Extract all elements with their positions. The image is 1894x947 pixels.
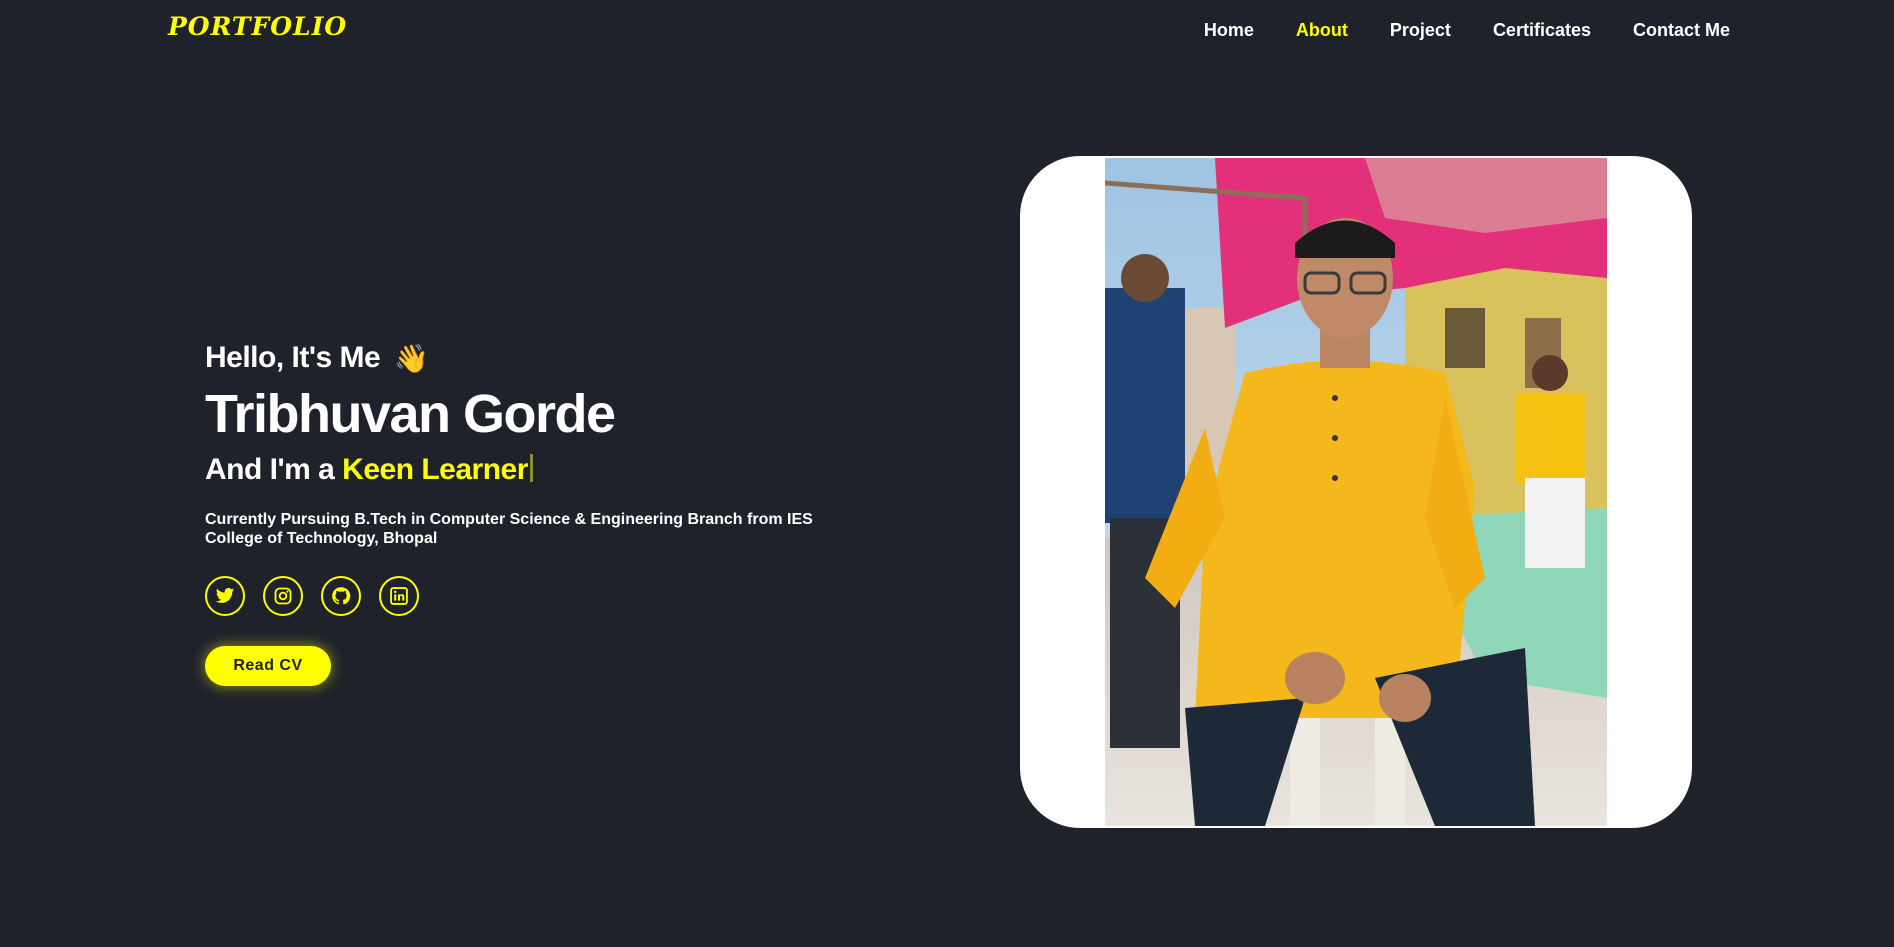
nav-certificates[interactable]: Certificates [1493, 20, 1591, 41]
nav-contact-me[interactable]: Contact Me [1633, 20, 1730, 41]
hero-section: Hello, It's Me 👋 Tribhuvan Gorde And I'm… [205, 338, 885, 686]
role-prefix: And I'm a [205, 453, 343, 486]
nav-about[interactable]: About [1296, 20, 1348, 41]
read-cv-button[interactable]: Read CV [205, 646, 331, 686]
linkedin-link[interactable] [379, 576, 419, 616]
hero-description: Currently Pursuing B.Tech in Computer Sc… [205, 511, 813, 547]
github-icon [332, 587, 351, 605]
nav-project[interactable]: Project [1390, 20, 1451, 41]
instagram-link[interactable] [263, 576, 303, 616]
profile-photo [1105, 158, 1607, 826]
typing-cursor [529, 454, 533, 482]
linkedin-icon [390, 587, 408, 605]
navbar: PORTFOLIO Home About Project Certificate… [0, 0, 1894, 76]
twitter-link[interactable] [205, 576, 245, 616]
site-logo[interactable]: PORTFOLIO [168, 12, 347, 41]
hero-name: Tribhuvan Gorde [205, 384, 616, 444]
social-links [205, 576, 885, 616]
role-heading: And I'm a Keen Learner [205, 448, 885, 492]
nav-links: Home About Project Certificates Contact … [1204, 20, 1730, 41]
profile-photo-frame [1020, 156, 1692, 828]
profile-photo-illustration [1105, 158, 1607, 826]
instagram-icon [274, 587, 292, 605]
nav-home[interactable]: Home [1204, 20, 1254, 41]
github-link[interactable] [321, 576, 361, 616]
greeting-heading: Hello, It's Me 👋 [205, 338, 885, 378]
twitter-icon [215, 588, 235, 603]
role-highlight: Keen Learner [342, 453, 528, 486]
greeting-text: Hello, It's Me [205, 341, 381, 374]
waving-hand-icon: 👋 [394, 342, 429, 374]
